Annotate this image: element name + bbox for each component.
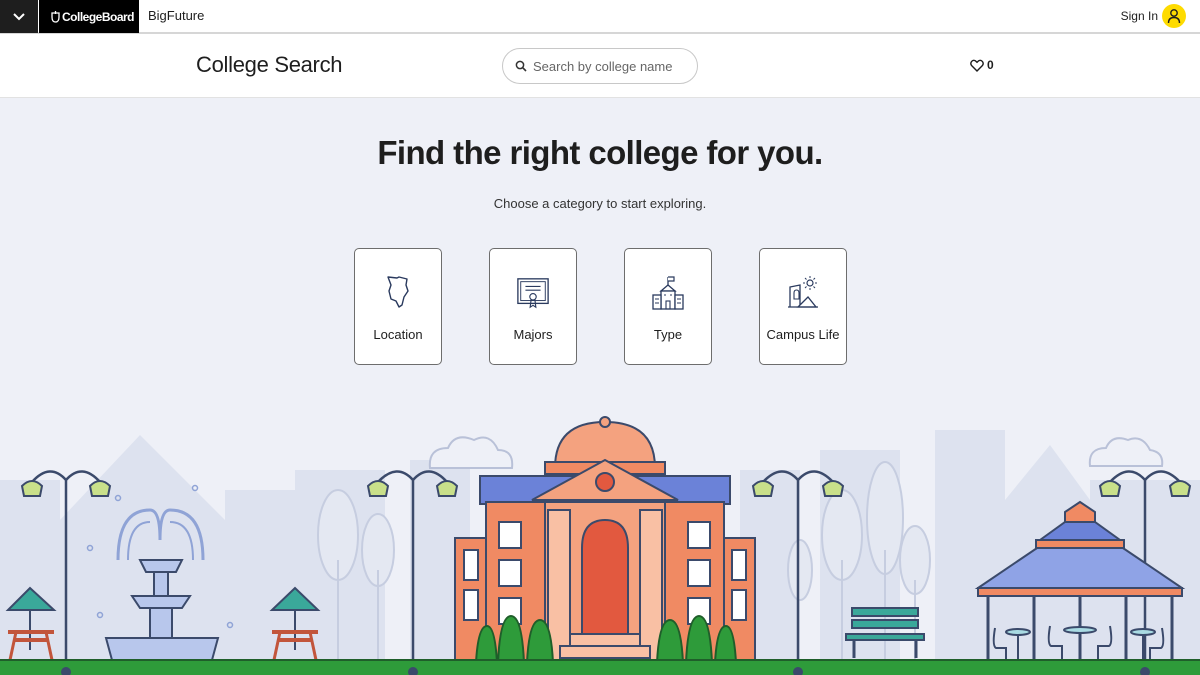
category-label: Location [373,327,423,342]
campus-life-icon [788,276,818,308]
college-search-header: College Search 0 [0,34,1200,98]
chevron-down-icon [13,12,25,20]
category-card-location[interactable]: Location [354,248,442,365]
search-input[interactable] [533,58,683,74]
category-card-campus-life[interactable]: Campus Life [759,248,847,365]
product-name[interactable]: BigFuture [148,8,204,23]
global-header: CollegeBoard BigFuture Sign In [0,0,1200,34]
category-label: Campus Life [766,327,840,342]
collegeboard-logo[interactable]: CollegeBoard [39,0,139,33]
school-building-icon [652,276,684,310]
favorites-count: 0 [987,58,994,72]
user-icon [1167,9,1181,24]
map-icon [387,276,409,308]
hero-title: Find the right college for you. [377,134,823,171]
page-title: College Search [196,52,343,77]
avatar[interactable] [1162,4,1186,28]
diploma-icon [517,278,549,309]
category-label: Type [653,327,683,342]
search-icon [515,60,527,72]
category-cards: Location Majors Type Campus Life [354,248,847,365]
sign-in-link[interactable]: Sign In [1121,9,1158,23]
hero-subtitle: Choose a category to start exploring. [493,196,707,211]
category-card-majors[interactable]: Majors [489,248,577,365]
search-box[interactable] [502,48,698,84]
campus-illustration [0,416,1200,675]
category-label: Majors [513,327,553,342]
acorn-icon [51,10,60,23]
category-card-type[interactable]: Type [624,248,712,365]
brand-name: CollegeBoard [62,9,135,24]
heart-icon [970,59,984,72]
favorites-button[interactable]: 0 [970,58,994,72]
menu-toggle-button[interactable] [0,0,38,33]
grass-ground [0,660,1200,675]
